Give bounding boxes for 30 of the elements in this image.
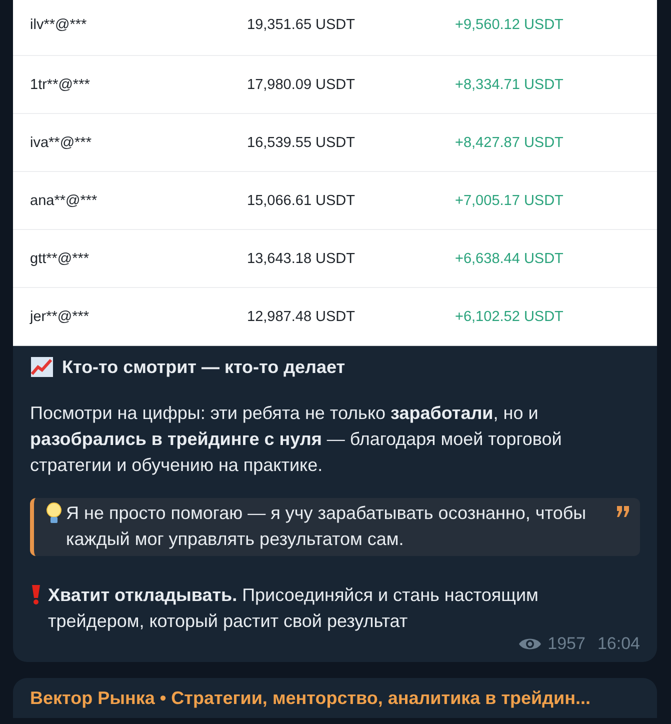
sender-name[interactable]: Вектор Рынка • Стратегии, менторство, аналитика в трейдин... — [30, 688, 590, 708]
profit-cell: +8,334.71 USDT — [455, 76, 564, 92]
eye-icon — [518, 636, 542, 652]
call-to-action-text: Хватит откладывать. Присоединяйся и стань настоящим трейдером, который растит свой результат — [48, 584, 540, 633]
exclamation-icon — [30, 582, 42, 606]
message-time: 16:04 — [597, 634, 640, 654]
lightbulb-icon — [44, 501, 64, 525]
user-cell: jer**@*** — [30, 308, 90, 324]
user-cell: ilv**@*** — [30, 16, 87, 32]
balance-cell: 12,987.48 USDT — [247, 308, 356, 324]
user-cell: ana**@*** — [30, 192, 98, 208]
balance-cell: 16,539.55 USDT — [247, 134, 356, 150]
balance-cell: 19,351.65 USDT — [247, 16, 356, 32]
user-cell: gtt**@*** — [30, 250, 90, 266]
balance-cell: 15,066.61 USDT — [247, 192, 356, 208]
message-title: Кто-то смотрит — кто-то делает — [62, 356, 346, 379]
profit-cell: +6,102.52 USDT — [455, 308, 564, 324]
user-cell: 1tr**@*** — [30, 76, 90, 92]
view-count: 1957 — [548, 634, 586, 654]
profit-cell: +7,005.17 USDT — [455, 192, 564, 208]
quote-icon — [616, 506, 630, 517]
profit-cell: +9,560.12 USDT — [455, 16, 564, 32]
quote-text: Я не просто помогаю — я учу зарабатывать осознанно, чтобы каждый мог управлять результатом сам. — [66, 502, 588, 551]
profit-cell: +6,638.44 USDT — [455, 250, 564, 266]
chart-icon — [30, 355, 54, 379]
balance-cell: 17,980.09 USDT — [247, 76, 356, 92]
user-cell: iva**@*** — [30, 134, 92, 150]
balance-cell: 13,643.18 USDT — [247, 250, 356, 266]
profit-cell: +8,427.87 USDT — [455, 134, 564, 150]
message-paragraph: Посмотри на цифры: эти ребята не только заработали, но и разобрались в трейдинге с нуля — благодаря моей торговой стратегии и обучению на практике. — [30, 402, 563, 477]
